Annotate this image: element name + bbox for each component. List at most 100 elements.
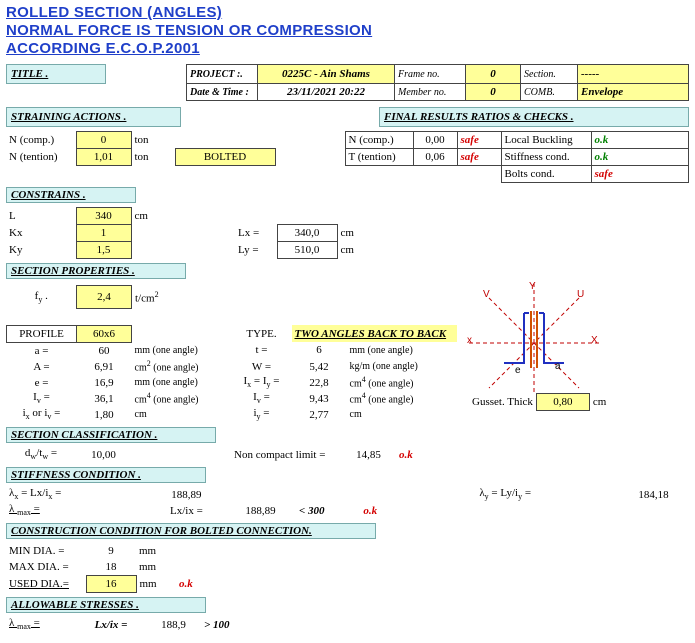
project-value[interactable]: 0225C - Ain Shams <box>258 65 395 84</box>
ntens-unit: ton <box>131 149 175 166</box>
A-unit: cm2 (one angle) <box>132 359 232 375</box>
iy-label: iy = <box>232 407 292 423</box>
res-bolts-label: Bolts cond. <box>501 166 591 183</box>
allow-expr: Lx/ix = <box>76 617 146 633</box>
mindia-label: MIN DIA. = <box>6 543 86 559</box>
ixiv-value: 1,80 <box>77 407 132 423</box>
L-unit: cm <box>131 208 175 225</box>
a-value: 60 <box>77 342 132 359</box>
res-ncomp: 0,00 <box>413 132 457 149</box>
ncomp-unit: ton <box>131 132 175 149</box>
profile-input[interactable]: 60x6 <box>77 325 132 342</box>
allow-lmax-label: λ max = <box>6 617 76 633</box>
e-value: 16,9 <box>77 375 132 391</box>
ixiv-label: ix or iv = <box>7 407 77 423</box>
gusset-input[interactable]: 0,80 <box>536 394 589 411</box>
bolted-cell[interactable]: BOLTED <box>175 149 275 166</box>
W-value: 5,42 <box>292 359 347 375</box>
res-ncomp-label: N (comp.) <box>345 132 413 149</box>
res-stiff-state: o.k <box>591 149 689 166</box>
type-label: TYPE. <box>232 325 292 342</box>
IxIy-unit: cm4 (one angle) <box>347 375 457 391</box>
ntens-label: N (tention) <box>6 149 76 166</box>
res-locbuck-label: Local Buckling <box>501 132 591 149</box>
comb-value[interactable]: Envelope <box>578 84 689 101</box>
Iv2-value: 9,43 <box>292 391 347 407</box>
allow-lim: > 100 <box>201 617 261 633</box>
L-label: L <box>6 208 76 225</box>
allow-value: 188,9 <box>146 617 201 633</box>
frame-value[interactable]: 0 <box>466 65 521 84</box>
ntens-input[interactable]: 1,01 <box>76 149 131 166</box>
class-lim: 14,85 <box>341 447 396 463</box>
res-stiff-label: Stiffness cond. <box>501 149 591 166</box>
frame-label: Frame no. <box>395 65 466 84</box>
e-unit: mm (one angle) <box>132 375 232 391</box>
ixiv-unit: cm <box>132 407 232 423</box>
datetime-label: Date & Time : <box>187 84 258 101</box>
fy-input[interactable]: 2,4 <box>77 286 132 309</box>
member-value[interactable]: 0 <box>466 84 521 101</box>
maxdia-unit: mm <box>136 559 176 576</box>
comb-label: COMB. <box>521 84 578 101</box>
a-label: a = <box>7 342 77 359</box>
secprops-header: SECTION PROPERTIES . <box>6 263 186 279</box>
dwtw-value: 10,00 <box>76 447 131 463</box>
A-label: A = <box>7 359 77 375</box>
section-value[interactable]: ----- <box>578 65 689 84</box>
Ly-label: Ly = <box>235 242 277 259</box>
mindia-unit: mm <box>136 543 176 559</box>
bolt-header: CONSTRUCTION CONDITION FOR BOLTED CONNEC… <box>6 523 376 539</box>
W-unit: kg/m (one angle) <box>347 359 457 375</box>
Lx-value: 340,0 <box>277 225 337 242</box>
ncomp-label: N (comp.) <box>6 132 76 149</box>
gusset-label: Gusset. Thick <box>469 394 536 411</box>
allow-header: ALLOWABLE STRESSES . <box>6 597 206 613</box>
t-value: 6 <box>292 342 347 359</box>
iy-value: 2,77 <box>292 407 347 423</box>
datetime-value: 23/11/2021 20:22 <box>258 84 395 101</box>
Lx-unit: cm <box>337 225 377 242</box>
lambdamax-expr: Lx/ix = <box>148 503 225 519</box>
project-label: PROJECT :. <box>187 65 258 84</box>
axes-diagram: Y X x U V a e <box>469 283 599 393</box>
Iv-unit: cm4 (one angle) <box>132 391 232 407</box>
res-ncomp-state: safe <box>457 132 501 149</box>
profile-label: PROFILE <box>7 325 77 342</box>
gusset-unit: cm <box>589 394 609 411</box>
fy-label: fy . <box>7 286 77 309</box>
results-header: FINAL RESULTS RATIOS & CHECKS . <box>380 108 689 127</box>
lambdamax-value: 188,89 <box>225 503 296 519</box>
res-ttens-state: safe <box>457 149 501 166</box>
lambdamax-lim: < 300 <box>296 503 360 519</box>
fy-unit: t/cm2 <box>132 286 232 309</box>
Ly-unit: cm <box>337 242 377 259</box>
W-label: W = <box>232 359 292 375</box>
class-lim-label: Non compact limit = <box>231 447 341 463</box>
ncomp-input[interactable]: 0 <box>76 132 131 149</box>
stiff-header: STIFFNESS CONDITION . <box>6 467 206 483</box>
member-label: Member no. <box>395 84 466 101</box>
t-unit: mm (one angle) <box>347 342 457 359</box>
Ky-input[interactable]: 1,5 <box>76 242 131 259</box>
res-ttens-label: T (tention) <box>345 149 413 166</box>
IxIy-value: 22,8 <box>292 375 347 391</box>
type-value[interactable]: TWO ANGLES BACK TO BACK <box>292 325 457 342</box>
heading-2: NORMAL FORCE IS TENSION OR COMPRESSION <box>6 22 689 40</box>
dwtw-label: dw/tw = <box>6 447 76 463</box>
Iv-label: Iv = <box>7 391 77 407</box>
Lx-label: Lx = <box>235 225 277 242</box>
heading-3: ACCORDING E.C.O.P.2001 <box>6 40 689 58</box>
Iv2-unit: cm4 (one angle) <box>347 391 457 407</box>
spreadsheet-page: ROLLED SECTION (ANGLES) NORMAL FORCE IS … <box>0 0 695 643</box>
useddia-state: o.k <box>176 575 226 592</box>
t-label: t = <box>232 342 292 359</box>
Kx-input[interactable]: 1 <box>76 225 131 242</box>
useddia-input[interactable]: 16 <box>86 575 136 592</box>
a-unit: mm (one angle) <box>132 342 232 359</box>
Ly-value: 510,0 <box>277 242 337 259</box>
e-label: e = <box>7 375 77 391</box>
lambdamax-label: λ max = <box>6 503 148 519</box>
constrains-header: CONSTRAINS . <box>6 187 136 203</box>
L-input[interactable]: 340 <box>76 208 131 225</box>
